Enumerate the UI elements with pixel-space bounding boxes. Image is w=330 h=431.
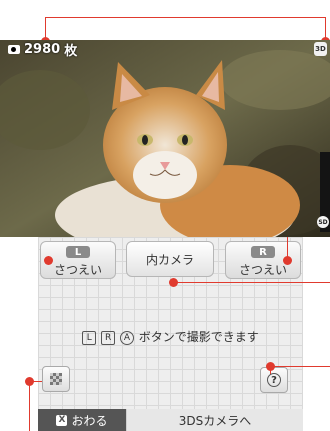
bottom-screen: L さつえい 内カメラ R さつえい L R A ボタンで撮影できます ? X … bbox=[38, 237, 303, 431]
side-indicator: SD bbox=[317, 152, 330, 232]
camera-icon bbox=[8, 44, 20, 54]
callout-line bbox=[45, 17, 325, 18]
r-key-icon: R bbox=[251, 246, 275, 258]
l-key-glyph: L bbox=[82, 330, 97, 345]
r-shoot-label: さつえい bbox=[238, 263, 287, 277]
callout-line bbox=[29, 381, 30, 431]
help-button[interactable]: ? bbox=[260, 367, 288, 393]
quit-button[interactable]: X おわる bbox=[38, 409, 126, 431]
shoot-hint: L R A ボタンで撮影できます bbox=[38, 328, 303, 345]
callout-line bbox=[270, 366, 330, 367]
3d-icon: 3D bbox=[314, 42, 327, 56]
l-key-icon: L bbox=[66, 246, 90, 258]
inner-camera-button[interactable]: 内カメラ bbox=[126, 241, 214, 277]
quit-label: おわる bbox=[71, 413, 108, 428]
callout-line bbox=[287, 237, 288, 257]
mosaic-icon bbox=[50, 373, 62, 385]
help-icon: ? bbox=[267, 373, 281, 387]
callout-line bbox=[270, 366, 271, 374]
sd-card-icon: SD bbox=[317, 216, 329, 228]
camera-preview-image bbox=[0, 40, 330, 237]
to-3ds-camera-button[interactable]: 3DSカメラへ bbox=[126, 409, 303, 431]
shot-count-unit: 枚 bbox=[64, 43, 78, 59]
bottom-bar: X おわる 3DSカメラへ bbox=[38, 409, 303, 431]
callout-line bbox=[29, 381, 42, 382]
a-key-glyph: A bbox=[119, 330, 134, 345]
r-key-glyph: R bbox=[101, 330, 116, 345]
top-screen-preview: 2980 枚 3D SD bbox=[0, 40, 330, 237]
l-shoot-label: さつえい bbox=[53, 263, 102, 277]
x-key-icon: X bbox=[56, 414, 68, 426]
callout-line bbox=[173, 282, 330, 283]
effect-button[interactable] bbox=[42, 366, 70, 392]
callout-dot bbox=[283, 256, 292, 265]
shot-count-number: 2980 bbox=[24, 41, 61, 57]
hint-text: ボタンで撮影できます bbox=[138, 330, 259, 344]
shot-count: 2980 枚 bbox=[8, 40, 78, 59]
callout-line bbox=[48, 256, 49, 262]
